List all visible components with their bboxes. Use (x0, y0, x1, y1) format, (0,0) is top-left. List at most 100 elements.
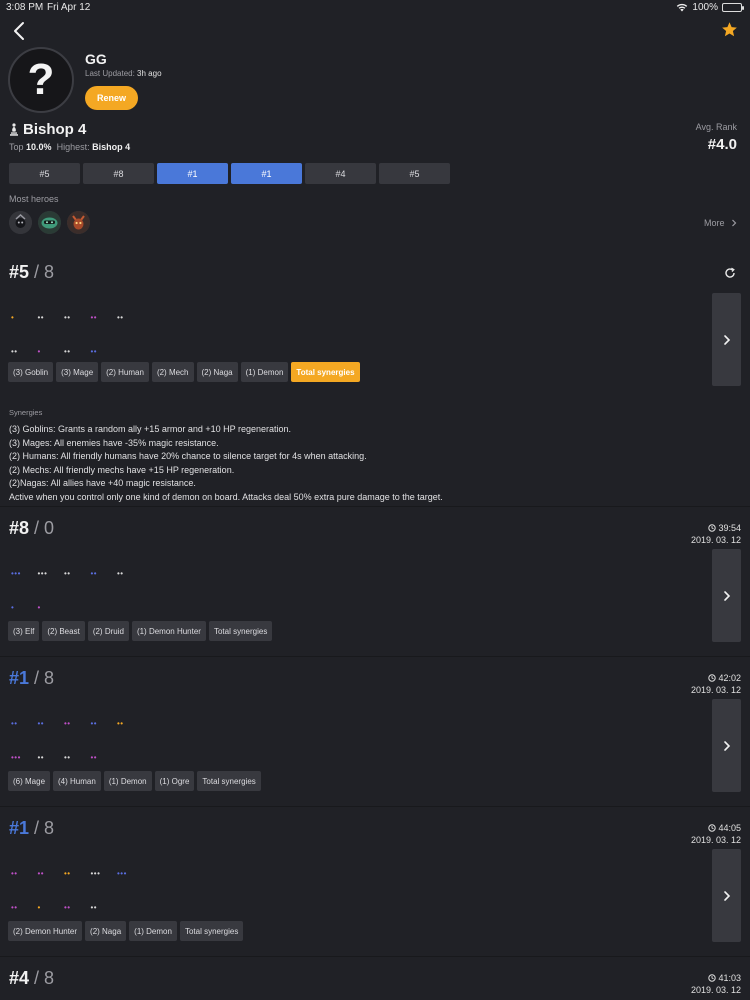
synergy-tag[interactable]: (1) Demon (103, 771, 152, 791)
unit-star-level: •• (11, 347, 18, 356)
unit-star-level: ••• (117, 869, 127, 878)
chevron-right-icon (723, 740, 730, 751)
unit-star-level: ••• (90, 869, 101, 878)
synergy-tag[interactable]: (3) Elf (8, 621, 40, 641)
synergy-tag[interactable]: (1) Demon (129, 921, 177, 941)
match-separator: / (29, 968, 45, 988)
status-bar: 3:08 PM Fri Apr 12 100% (0, 0, 750, 16)
match-meta: 41:03 2019. 03. 12 (691, 972, 741, 996)
unit-star-level: •• (117, 313, 124, 322)
star-icon (722, 22, 737, 37)
match-meta: 42:02 2019. 03. 12 (691, 672, 741, 696)
unit-star-level: • (11, 313, 15, 322)
match-total: 8 (44, 968, 55, 988)
hero-3-icon[interactable] (67, 211, 90, 234)
highest-label: Highest: (56, 142, 90, 152)
rank-name: Bishop 4 (23, 121, 87, 138)
match-detail-button[interactable] (712, 849, 741, 942)
total-synergies-tag[interactable]: Total synergies (197, 771, 261, 791)
unit-star-row: ••••••••• (11, 314, 144, 322)
total-synergies-tag[interactable]: Total synergies (291, 362, 360, 382)
divider (0, 956, 750, 957)
highest-value: Bishop 4 (92, 142, 131, 152)
refresh-button[interactable] (724, 266, 736, 278)
recent-rank-chip[interactable]: #4 (305, 163, 376, 184)
synergy-tag[interactable]: (1) Demon (240, 362, 289, 382)
synergy-tags: (6) Mage (4) Human (1) Demon (1) Ogre Total … (8, 771, 261, 791)
match-rank: #8 / 0 (9, 518, 54, 539)
battery-percent: 100% (692, 2, 718, 13)
recent-rank-chip[interactable]: #8 (83, 163, 154, 184)
chevron-left-icon (14, 22, 24, 40)
synergy-tag[interactable]: (2) Human (101, 362, 149, 382)
status-time: 3:08 PM (6, 2, 44, 13)
unit-star-row: •• • •• •• (11, 348, 117, 356)
synergy-tag[interactable]: (6) Mage (8, 771, 51, 791)
synergy-tag[interactable]: (1) Demon Hunter (131, 621, 206, 641)
refresh-icon (725, 267, 735, 278)
unit-star-level: •• (117, 569, 124, 578)
favorite-button[interactable] (721, 21, 738, 38)
last-updated: Last Updated: 3h ago (85, 69, 162, 78)
match-duration: 39:54 (691, 522, 741, 534)
synergy-tags: (2) Demon Hunter (2) Naga (1) Demon Total s… (8, 921, 244, 941)
rank-subtitle: Top 10.0% Highest: Bishop 4 (9, 142, 130, 152)
match-time: 42:02 (718, 673, 741, 683)
synergy-tags: (3) Elf (2) Beast (2) Druid (1) Demon Hunte… (8, 621, 273, 641)
match-separator: / (29, 668, 45, 688)
renew-button[interactable]: Renew (85, 86, 138, 110)
synergy-tag[interactable]: (2) Mech (151, 362, 194, 382)
synergy-tag[interactable]: (3) Goblin (8, 362, 54, 382)
back-button[interactable] (10, 20, 30, 42)
more-label: More (703, 218, 725, 228)
most-heroes-label: Most heroes (9, 194, 59, 204)
clock-icon (708, 524, 717, 532)
recent-rank-chip[interactable]: #1 (231, 163, 302, 184)
clock-icon (708, 974, 717, 982)
match-duration: 41:03 (691, 972, 741, 984)
match-detail-button[interactable] (712, 293, 741, 386)
match-detail-button[interactable] (712, 699, 741, 792)
top-value: 10.0% (26, 142, 52, 152)
match-place: #4 (9, 968, 30, 988)
match-detail-button[interactable] (712, 549, 741, 642)
match-place: #5 (9, 262, 30, 282)
recent-rank-chip[interactable]: #1 (157, 163, 228, 184)
match-date: 2019. 03. 12 (690, 985, 741, 995)
unit-star-level: •• (90, 719, 98, 728)
match-rank: #1 / 8 (9, 668, 54, 689)
unit-star-row: •• • •• •• (11, 904, 117, 912)
synergy-tag[interactable]: (3) Mage (56, 362, 99, 382)
synergy-tag[interactable]: (2) Druid (87, 621, 129, 641)
unit-star-row: ••••••••• (11, 754, 117, 762)
hero-2-icon[interactable] (38, 211, 61, 234)
status-date: Fri Apr 12 (47, 2, 91, 13)
total-synergies-tag[interactable]: Total synergies (208, 621, 273, 641)
bishop-icon (10, 123, 18, 136)
unit-star-level: •• (11, 719, 18, 728)
hero-1-icon[interactable] (9, 211, 32, 234)
more-heroes-link[interactable]: More (704, 218, 738, 228)
chevron-right-icon (723, 890, 730, 901)
total-synergies-tag[interactable]: Total synergies (179, 921, 244, 941)
synergy-tag[interactable]: (2) Naga (85, 921, 127, 941)
match-rank: #1 / 8 (9, 818, 54, 839)
clock-icon (708, 674, 717, 682)
unit-star-level: •• (90, 903, 98, 912)
last-updated-value: 3h ago (137, 69, 162, 78)
synergy-tag[interactable]: (4) Human (53, 771, 101, 791)
match-place: #1 (9, 668, 30, 688)
match-place: #1 (9, 818, 30, 838)
synergy-tag[interactable]: (2) Naga (196, 362, 238, 382)
chevron-right-icon (723, 590, 730, 601)
synergy-tag[interactable]: (2) Demon Hunter (8, 921, 83, 941)
recent-rank-chip[interactable]: #5 (379, 163, 450, 184)
unit-star-level: ••• (11, 569, 21, 578)
recent-rank-chip[interactable]: #5 (9, 163, 80, 184)
top-label: Top (9, 142, 24, 152)
unit-star-row: •••••••••••• (11, 570, 144, 578)
synergy-tag[interactable]: (2) Beast (42, 621, 85, 641)
synergy-tag[interactable]: (1) Ogre (154, 771, 195, 791)
clock-icon (708, 824, 717, 832)
match-place: #8 (9, 518, 30, 538)
